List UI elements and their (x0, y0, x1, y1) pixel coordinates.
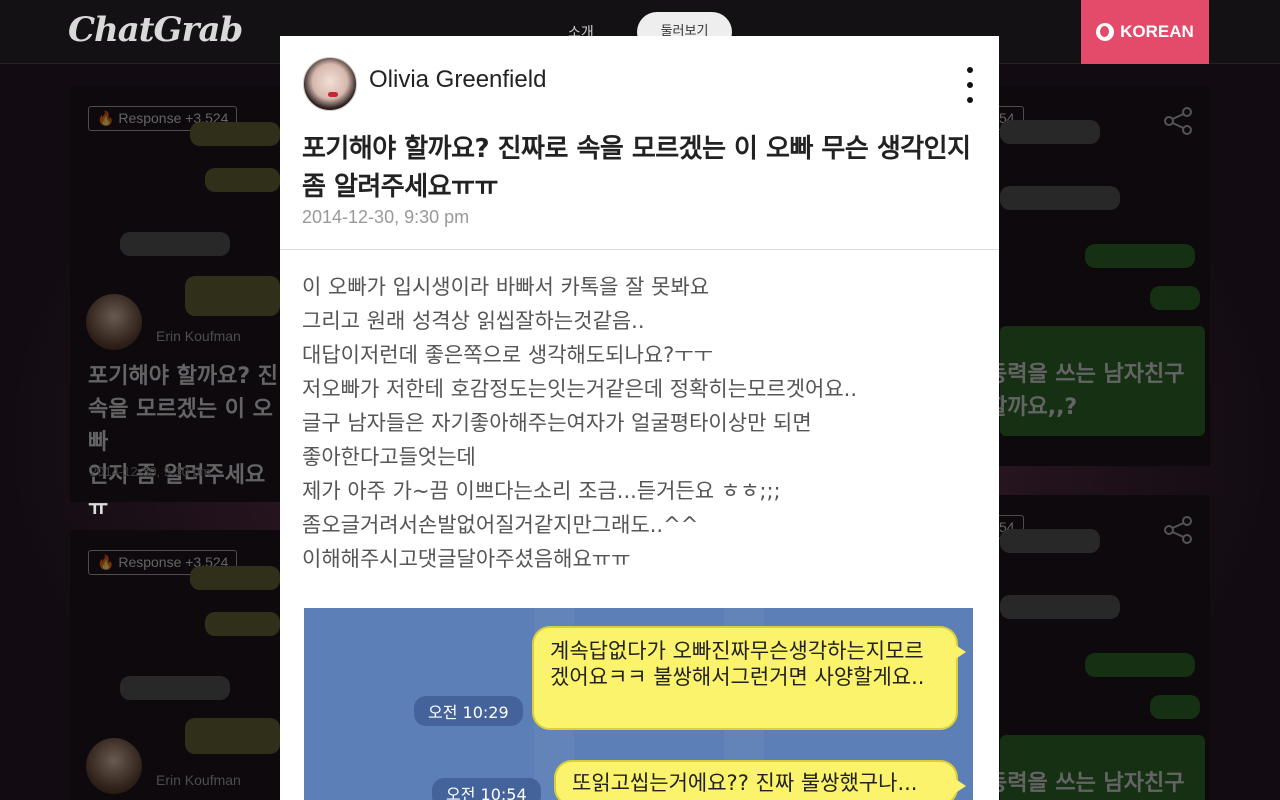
tag-chip (1085, 653, 1195, 677)
avatar (86, 294, 142, 350)
background-card[interactable]: 54 동력을 쓰는 남자친구 (987, 495, 1210, 800)
background-card[interactable]: 🔥 Response +3,524 Erin Koufman (70, 530, 285, 800)
tag-chip (1000, 529, 1100, 553)
tag-chip (205, 612, 280, 636)
chat-bubble: 계속답없다가 오빠진짜무슨생각하는지모르겠어요ㅋㅋ 불쌍해서그런거면 사양할게요… (532, 626, 966, 730)
author-name[interactable]: Olivia Greenfield (369, 66, 546, 94)
background-card[interactable]: 🔥 Response +3,524 Erin Koufman 포기해야 할까요?… (70, 86, 285, 521)
chat-screenshot-image[interactable]: 계속답없다가 오빠진짜무슨생각하는지모르겠어요ㅋㅋ 불쌍해서그런거면 사양할게요… (304, 608, 973, 800)
flame-icon: 🔥 (97, 110, 115, 126)
card-author: Erin Koufman (156, 772, 241, 788)
body-line: 좋아한다고들엇는데 (302, 445, 476, 469)
more-vertical-icon[interactable] (963, 67, 977, 103)
share-icon[interactable] (1163, 515, 1193, 545)
post-title: 포기해야 할까요? 진짜로 속을 모르겠는 이 오빠 무슨 생각인지 좀 알려주… (302, 134, 971, 202)
divider (280, 249, 999, 250)
body-line: 좀오글거려서손발없어질거같지만그래도..^^ (302, 513, 699, 537)
share-icon[interactable] (1163, 106, 1193, 136)
tag-chip (190, 122, 280, 146)
body-line: 이 오빠가 입시생이라 바빠서 카톡을 잘 못봐요 (302, 275, 710, 299)
body-line: 글구 남자들은 자기좋아해주는여자가 얼굴평타이상만 되면 (302, 411, 812, 435)
body-line: 그리고 원래 성격상 읽씹잘하는것같음.. (302, 309, 645, 333)
chat-timestamp: 오전 10:54 (432, 778, 541, 800)
chat-bubble: 또읽고씹는거에요?? 진짜 불쌍했구나... (554, 760, 966, 800)
tag-chip (185, 718, 280, 754)
response-badge: 🔥 Response +3,524 (88, 550, 238, 575)
post-body: 이 오빠가 입시생이라 바빠서 카톡을 잘 못봐요 그리고 원래 성격상 읽씹잘… (302, 270, 982, 576)
tag-chip (190, 566, 280, 590)
tag-chip (1150, 695, 1200, 719)
avatar (86, 738, 142, 794)
tag-chip (1000, 595, 1120, 619)
site-logo[interactable]: ChatGrab (68, 10, 243, 50)
response-badge: 🔥 Response +3,524 (88, 106, 238, 131)
card-author: Erin Koufman (156, 328, 241, 344)
post-detail-modal: Olivia Greenfield 포기해야 할까요? 진짜로 속을 모르겠는 … (280, 36, 999, 800)
tag-chip (1085, 244, 1195, 268)
body-line: 제가 아주 가~끔 이쁘다는소리 조금...듣거든요 ㅎㅎ;;; (302, 479, 781, 503)
card-date: 2014-12-30, 9:30 pm (90, 464, 211, 479)
tag-chip (205, 168, 280, 192)
body-line: 대답이저런데 좋은쪽으로 생각해도되나요?ㅜㅜ (302, 343, 713, 367)
tag-chip (120, 232, 230, 256)
flame-icon: 🔥 (97, 554, 115, 570)
language-label: KOREAN (1120, 22, 1194, 41)
background-card[interactable]: 54 동력을 쓰는 남자친구 할까요,,? (987, 86, 1210, 466)
tag-chip (1000, 120, 1100, 144)
card-title: 동력을 쓰는 남자친구 (987, 771, 1185, 796)
tag-chip (1000, 186, 1120, 210)
tag-chip (120, 676, 230, 700)
author-avatar[interactable] (303, 57, 357, 111)
post-date: 2014-12-30, 9:30 pm (302, 207, 470, 227)
card-title: 동력을 쓰는 남자친구 할까요,,? (987, 362, 1185, 420)
tag-chip (1150, 286, 1200, 310)
globe-icon (1096, 23, 1115, 41)
card-title: 포기해야 할까요? 진 속을 모르겠는 이 오빠 인지 좀 알려주세요ㅠ (88, 364, 279, 521)
tag-chip (1000, 326, 1205, 436)
body-line: 저오빠가 저한테 호감정도는잇는거같은데 정확히는모르겟어요.. (302, 377, 858, 401)
tag-chip (1000, 735, 1205, 800)
chat-timestamp: 오전 10:29 (414, 696, 523, 726)
tag-chip (185, 276, 280, 316)
language-button[interactable]: KOREAN (1081, 0, 1209, 64)
body-line: 이해해주시고댓글달아주셨음해요ㅠㅠ (302, 547, 631, 571)
